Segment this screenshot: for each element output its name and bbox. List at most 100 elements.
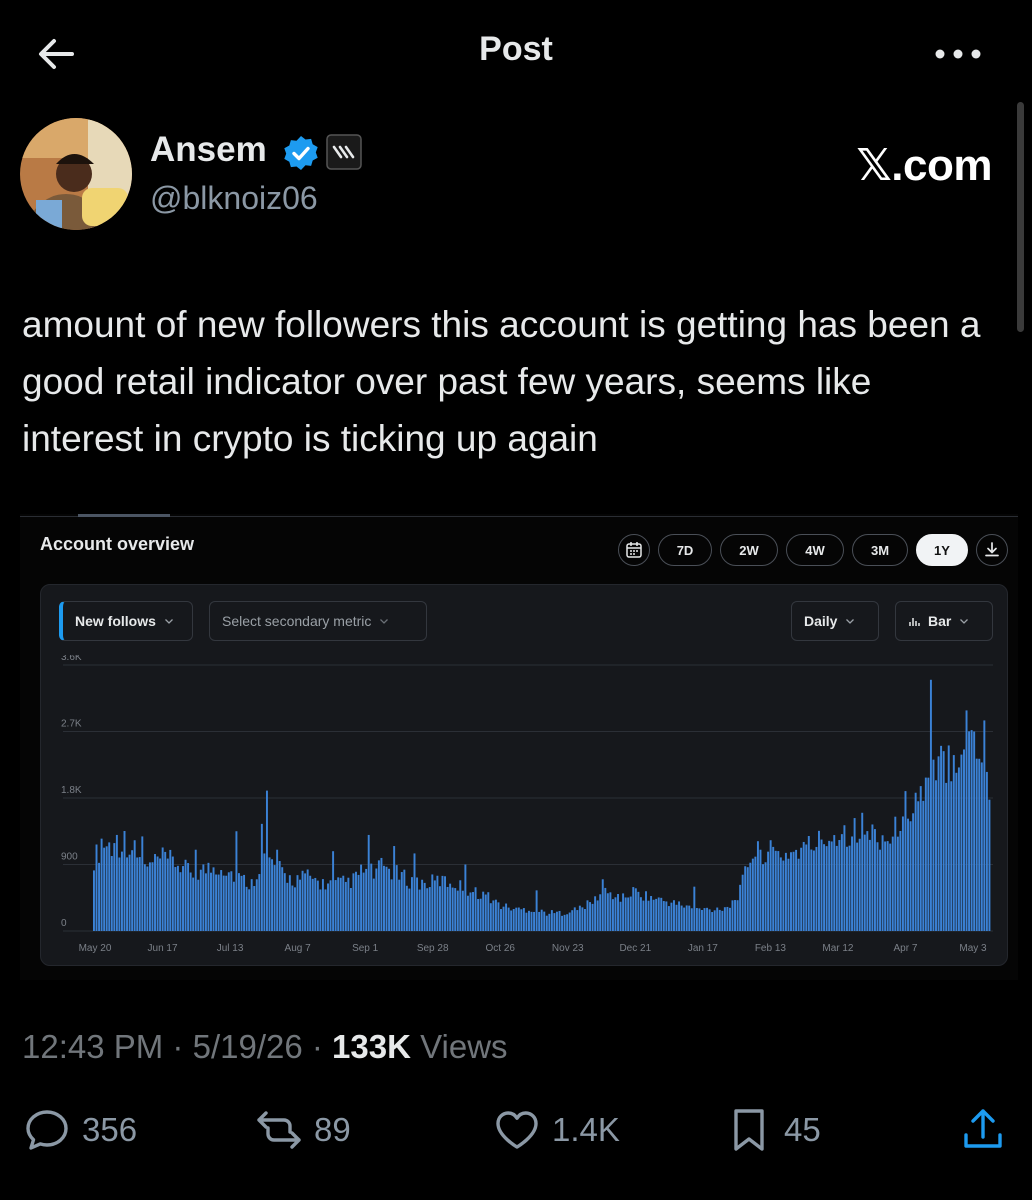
- bar: [319, 889, 322, 931]
- bar: [164, 851, 167, 931]
- like-button[interactable]: 1.4K: [492, 1104, 620, 1156]
- avatar[interactable]: [20, 118, 132, 230]
- bar: [700, 910, 703, 931]
- y-tick-label: 2.7K: [61, 719, 82, 730]
- bar: [128, 854, 131, 931]
- chevron-down-icon: [380, 619, 389, 624]
- bar: [258, 874, 261, 931]
- bar: [100, 838, 103, 931]
- bar: [426, 888, 429, 931]
- bar: [192, 877, 195, 931]
- author-name[interactable]: Ansem: [150, 130, 267, 170]
- range-3m[interactable]: 3M: [852, 534, 908, 566]
- chart-style-select[interactable]: Bar: [895, 601, 993, 641]
- bar: [932, 759, 935, 931]
- bar: [851, 836, 854, 931]
- account-overview-card[interactable]: Account overview 7D 2W 4W 3M 1Y New foll…: [20, 514, 1018, 980]
- bar: [741, 874, 744, 931]
- bar: [517, 907, 520, 931]
- bar: [469, 892, 472, 931]
- bar: [133, 840, 136, 931]
- bar: [311, 878, 314, 931]
- bar: [769, 840, 772, 931]
- range-4w[interactable]: 4W: [786, 534, 844, 566]
- bar: [161, 847, 164, 931]
- bar: [645, 891, 647, 931]
- bar: [614, 897, 617, 931]
- bar: [296, 875, 299, 931]
- granularity-label: Daily: [804, 613, 838, 629]
- reply-button[interactable]: 356: [22, 1104, 137, 1156]
- bar: [500, 909, 502, 931]
- more-options-button[interactable]: [930, 34, 986, 74]
- bar: [683, 907, 686, 931]
- bar: [260, 823, 263, 931]
- x-tick-label: Mar 12: [822, 943, 854, 954]
- bar: [846, 846, 848, 931]
- bar: [690, 908, 693, 931]
- bar: [718, 909, 721, 931]
- repost-button[interactable]: 89: [254, 1104, 351, 1156]
- bar: [754, 856, 757, 931]
- bar: [535, 890, 538, 931]
- primary-metric-select[interactable]: New follows: [59, 601, 193, 641]
- download-button[interactable]: [976, 534, 1008, 566]
- bar: [566, 914, 569, 931]
- bar: [540, 909, 543, 931]
- bar: [650, 896, 653, 931]
- bar: [970, 730, 973, 931]
- range-1y[interactable]: 1Y: [916, 534, 968, 566]
- bar: [695, 908, 698, 931]
- bar-chart-icon: [909, 618, 920, 626]
- bar: [194, 849, 197, 931]
- calendar-button[interactable]: [618, 534, 650, 566]
- bar: [217, 874, 220, 931]
- bar: [365, 868, 368, 931]
- bar: [146, 866, 149, 931]
- bar: [93, 870, 95, 931]
- bar: [174, 867, 177, 931]
- bar: [352, 873, 355, 931]
- bar: [543, 911, 546, 931]
- bar: [655, 898, 658, 931]
- bar: [248, 889, 251, 931]
- bar: [868, 839, 871, 931]
- bar: [321, 879, 324, 931]
- bar: [937, 756, 940, 931]
- bar: [678, 901, 681, 931]
- post-meta: 12:43 PM · 5/19/26 · 133K Views: [22, 1028, 508, 1066]
- bar: [726, 906, 729, 931]
- bar: [561, 915, 564, 931]
- verified-badge-icon[interactable]: [282, 134, 320, 172]
- bar: [667, 906, 670, 931]
- bar: [179, 872, 182, 931]
- bar: [708, 909, 711, 931]
- bar: [110, 856, 113, 931]
- bar: [576, 910, 579, 931]
- bar: [545, 915, 548, 931]
- bar: [927, 777, 930, 931]
- range-2w[interactable]: 2W: [720, 534, 778, 566]
- bar: [973, 731, 976, 931]
- bar: [746, 867, 749, 931]
- bar: [169, 849, 172, 931]
- range-7d[interactable]: 7D: [658, 534, 712, 566]
- share-button[interactable]: [958, 1104, 1008, 1156]
- granularity-select[interactable]: Daily: [791, 601, 879, 641]
- bar: [398, 879, 401, 931]
- scrollbar[interactable]: [1017, 102, 1024, 332]
- bar: [581, 907, 584, 931]
- new-follows-chart[interactable]: 0 900 1.8K 2.7K 3.6K May 20 Jun 17 Jul 13 Aug 7 S…: [41, 655, 1007, 965]
- bookmark-button[interactable]: 45: [724, 1104, 821, 1156]
- bar: [983, 720, 986, 931]
- bar: [98, 862, 101, 931]
- bar: [848, 845, 851, 931]
- affiliate-badge-icon[interactable]: [326, 134, 362, 170]
- bar: [253, 886, 256, 931]
- bar: [388, 868, 391, 931]
- secondary-metric-select[interactable]: Select secondary metric: [209, 601, 427, 641]
- bar: [909, 821, 912, 931]
- bar: [802, 841, 805, 931]
- bar: [594, 896, 597, 931]
- bar: [489, 903, 492, 931]
